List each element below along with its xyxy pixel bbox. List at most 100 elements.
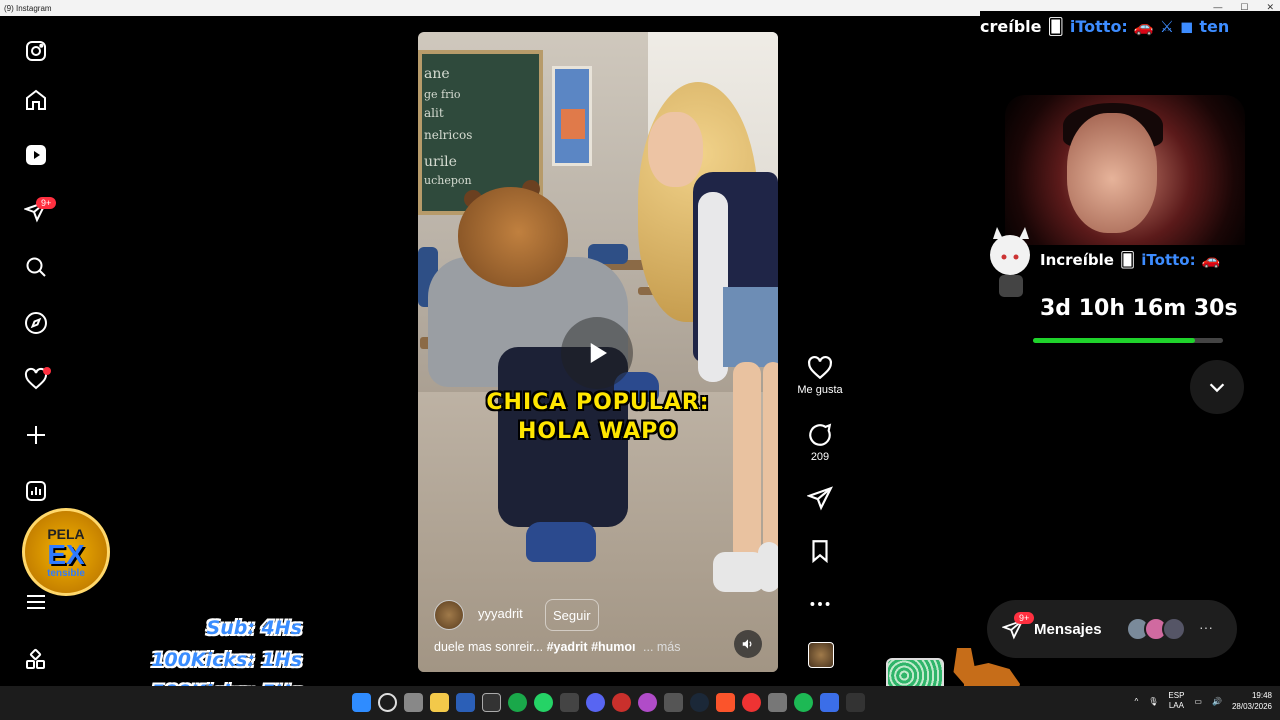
comment-button[interactable]: 209: [790, 422, 850, 463]
language-indicator[interactable]: ESP LAA: [1168, 691, 1184, 711]
chevron-up-icon[interactable]: ^: [1134, 697, 1138, 706]
author-avatar[interactable]: [434, 600, 464, 630]
app-icon[interactable]: [612, 693, 631, 712]
spotify-icon[interactable]: [794, 693, 813, 712]
display-icon[interactable]: ▭: [1194, 697, 1202, 706]
nav-reels[interactable]: [20, 139, 52, 171]
app-icon[interactable]: [742, 693, 761, 712]
app-icon[interactable]: [664, 693, 683, 712]
app-icon[interactable]: [638, 693, 657, 712]
hashtag-link[interactable]: #humoı: [591, 640, 635, 654]
ticker-text: creíble: [980, 16, 1042, 36]
mute-button[interactable]: [734, 630, 762, 658]
home-icon: [26, 89, 46, 110]
ticker-separator: 🂠: [1047, 16, 1064, 36]
clock-time: 19:48: [1251, 691, 1272, 700]
whatsapp-icon[interactable]: [534, 693, 553, 712]
reel-scene-poster: [552, 66, 592, 166]
anime-mascot-icon: [990, 227, 1030, 297]
xbox-icon[interactable]: [508, 693, 527, 712]
ticker-separator: 🂠: [1119, 251, 1136, 269]
volume-icon[interactable]: 🔊: [1212, 697, 1222, 706]
description-text: duele mas sonreir...: [434, 640, 544, 654]
nav-more-apps[interactable]: [20, 644, 52, 676]
more-link[interactable]: ... más: [643, 640, 681, 654]
nav-search[interactable]: [20, 251, 52, 283]
reel-video[interactable]: ane ge frio alit nelricos urile uchepon …: [418, 32, 778, 672]
windows-start-icon[interactable]: [352, 693, 371, 712]
messages-pill-badge: 9+: [1014, 612, 1035, 624]
like-button[interactable]: Me gusta: [790, 355, 850, 396]
next-reel-button[interactable]: [1190, 360, 1244, 414]
avatar: [1162, 617, 1186, 641]
share-button[interactable]: [790, 485, 850, 511]
nav-direct-messages[interactable]: 9+: [20, 195, 57, 227]
task-view-icon[interactable]: [404, 693, 423, 712]
hashtag-link[interactable]: #yadrit: [547, 640, 588, 654]
author-name[interactable]: yyyadrit: [478, 606, 523, 621]
more-dots-icon: [810, 602, 830, 606]
brave-icon[interactable]: [716, 693, 735, 712]
epic-games-icon[interactable]: [482, 693, 501, 712]
speaker-icon: [742, 639, 752, 649]
reel-scene-capybara: [458, 187, 568, 287]
more-options-button[interactable]: [790, 591, 850, 617]
app-icon[interactable]: [820, 693, 839, 712]
taskbar-clock[interactable]: 19:48 28/03/2026: [1232, 690, 1272, 712]
like-label: Me gusta: [797, 384, 843, 396]
messages-more: ···: [1199, 619, 1213, 635]
nav-instagram-logo[interactable]: [20, 35, 52, 67]
discord-icon[interactable]: [586, 693, 605, 712]
follow-button[interactable]: Seguir: [545, 599, 599, 631]
steam-icon[interactable]: [690, 693, 709, 712]
car-icon: 🚗: [1201, 251, 1221, 269]
chalkboard-text: ge frio: [424, 88, 461, 101]
logo-line2: EX: [47, 538, 85, 570]
timer-progress-track: [1033, 338, 1223, 343]
app-icon[interactable]: [846, 693, 865, 712]
reel-description: duele mas sonreir... #yadrit #humoı ... …: [434, 640, 681, 654]
stream-ticker-top: creíble 🂠 iTotto: 🚗 ⚔ ◼ ten: [980, 11, 1280, 41]
app-icon[interactable]: [768, 693, 787, 712]
play-icon: [590, 343, 607, 363]
play-button[interactable]: [561, 317, 633, 389]
audio-thumbnail[interactable]: [808, 642, 834, 668]
timer-progress-fill: [1033, 338, 1195, 343]
app-icon[interactable]: [456, 693, 475, 712]
instagram-logo-icon: [26, 41, 46, 61]
language-line2: LAA: [1168, 701, 1184, 710]
chalkboard-text: nelricos: [424, 128, 473, 142]
reel-footer: yyyadrit Seguir duele mas sonreir... #ya…: [418, 592, 778, 672]
car-icon: 🚗: [1133, 16, 1154, 36]
language-line1: ESP: [1168, 691, 1185, 700]
window-title: (9) Instagram: [4, 3, 52, 13]
file-explorer-icon[interactable]: [430, 693, 449, 712]
ticker-text: Increíble: [1040, 251, 1114, 269]
nav-dashboard[interactable]: [20, 475, 52, 507]
streamer-webcam: [1005, 95, 1245, 245]
comment-icon: [809, 423, 832, 446]
cube-icon: ◼: [1180, 16, 1194, 36]
chalkboard-text: ane: [424, 66, 450, 82]
nav-explore[interactable]: [20, 307, 52, 339]
chalkboard-text: urile: [424, 154, 457, 170]
microphone-icon[interactable]: 🎙: [1148, 697, 1158, 706]
webcam-face: [1067, 113, 1157, 233]
chevron-down-icon: [1209, 383, 1225, 393]
sword-icon: ⚔: [1159, 16, 1175, 36]
caption-line2: HOLA WAPO: [518, 419, 678, 444]
messages-pill[interactable]: 9+ Mensajes ···: [987, 600, 1237, 658]
nav-create[interactable]: [20, 419, 52, 451]
goal-100kicks: 100Kicks: 1Hs: [151, 649, 302, 671]
nav-home[interactable]: [20, 84, 52, 116]
taskbar-apps: [352, 693, 865, 712]
chalkboard-text: alit: [424, 106, 444, 120]
taskbar-search-icon[interactable]: [378, 693, 397, 712]
save-button[interactable]: [790, 538, 850, 564]
nav-notifications[interactable]: [20, 363, 52, 395]
ticker-user: iTotto:: [1069, 16, 1128, 36]
windows-taskbar: ^ 🎙 ESP LAA ▭ 🔊 19:48 28/03/2026: [0, 686, 1280, 720]
app-icon[interactable]: [560, 693, 579, 712]
notification-dot: [43, 367, 51, 375]
chalkboard-text: uchepon: [424, 174, 472, 187]
